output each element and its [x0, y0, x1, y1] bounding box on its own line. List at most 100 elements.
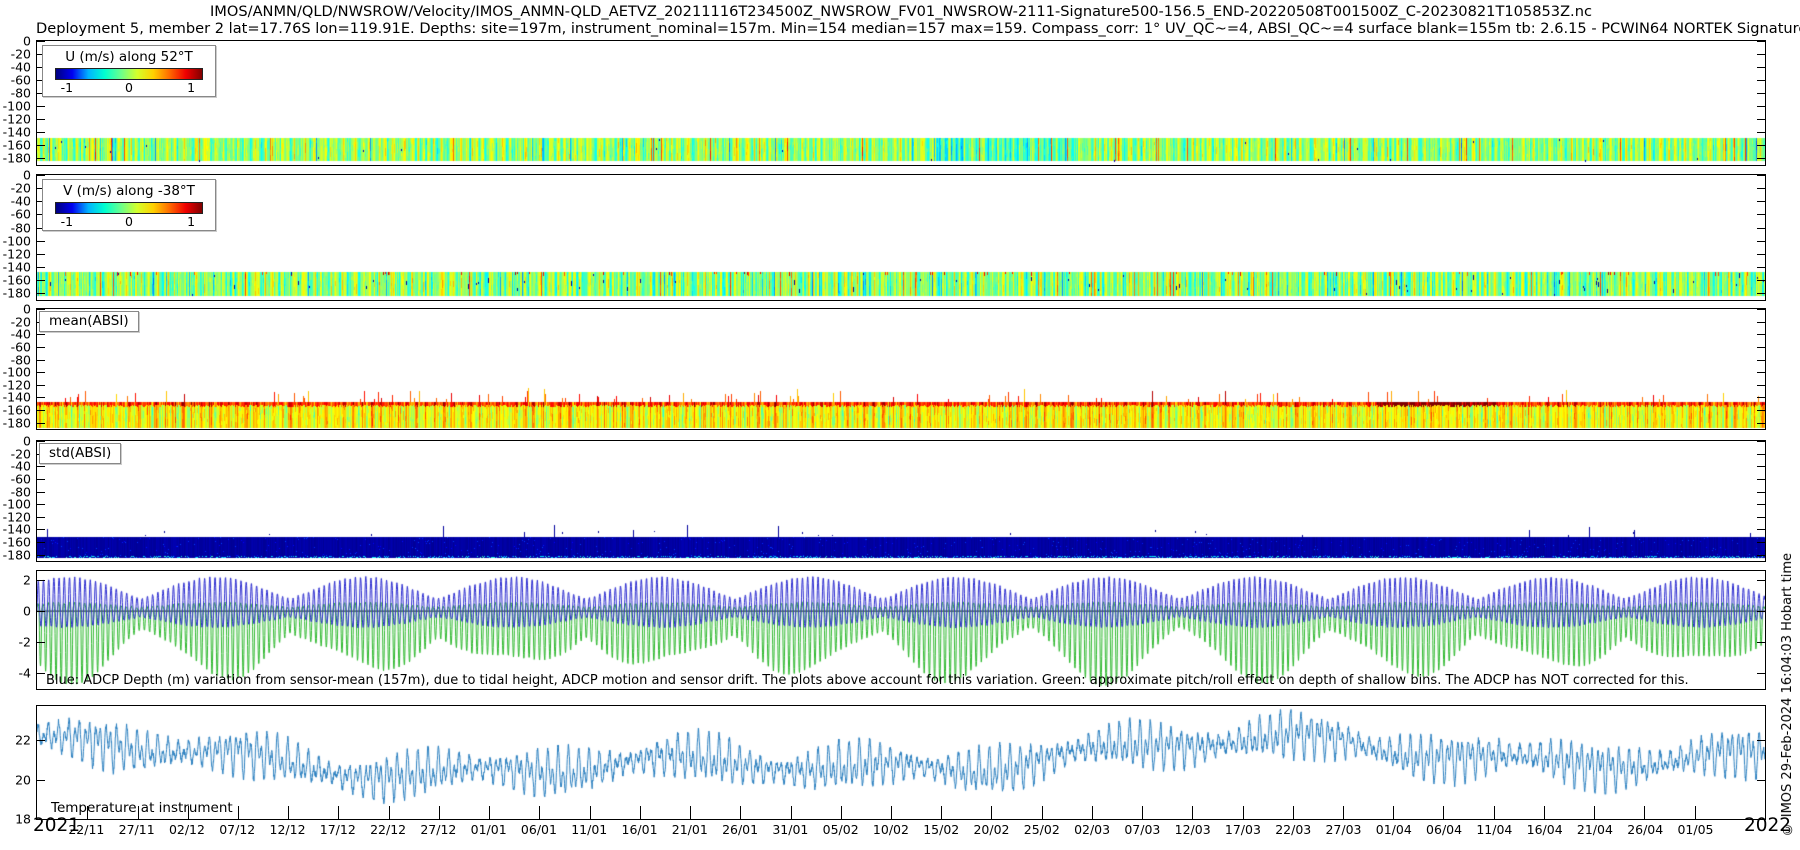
- y-tick-mark: [37, 740, 45, 741]
- x-tick-label: 26/04: [1627, 822, 1663, 837]
- y-tick-mark: [1757, 188, 1765, 189]
- y-tick-mark: [1757, 175, 1765, 176]
- y-tick-mark: [37, 334, 45, 335]
- y-tick-mark: [37, 410, 45, 411]
- y-tick-mark: [37, 145, 45, 146]
- y-tick-mark: [37, 466, 45, 467]
- y-tick-mark: [37, 175, 45, 176]
- panel-mean-absi: mean(ABSI) 0-20-40-60-80-100-120-140-160…: [36, 308, 1766, 430]
- y-tick-mark: [1757, 254, 1765, 255]
- y-tick-mark: [1757, 580, 1765, 581]
- x-tick-mark: [238, 806, 239, 819]
- y-tick-mark: [1757, 611, 1765, 612]
- y-tick-mark: [1757, 201, 1765, 202]
- y-tick-mark: [37, 611, 45, 612]
- y-tick-mark: [37, 780, 45, 781]
- y-tick-mark: [1757, 347, 1765, 348]
- colorbar-tick-labels: -1 0 1: [55, 214, 203, 230]
- y-tick-mark: [37, 517, 45, 518]
- x-tick-mark: [1594, 806, 1595, 819]
- y-tick-mark: [37, 504, 45, 505]
- colorbar-tick: -1: [61, 80, 73, 95]
- x-tick-label: 02/12: [169, 822, 205, 837]
- x-tick-label: 06/04: [1426, 822, 1462, 837]
- x-tick-label: 27/12: [420, 822, 456, 837]
- figure-subtitle: Deployment 5, member 2 lat=17.76S lon=11…: [36, 20, 1766, 37]
- y-tick-mark: [37, 293, 45, 294]
- jet-colorbar: [55, 202, 203, 214]
- x-tick-mark: [1695, 806, 1696, 819]
- legend-title: V (m/s) along -38°T: [43, 180, 215, 200]
- y-tick-mark: [1757, 466, 1765, 467]
- y-tick-mark: [37, 309, 45, 310]
- y-tick-mark: [37, 673, 45, 674]
- colorbar-tick: -1: [61, 214, 73, 229]
- y-tick-mark: [1757, 132, 1765, 133]
- y-tick-mark: [37, 347, 45, 348]
- x-tick-mark: [489, 806, 490, 819]
- x-tick-label: 21/01: [672, 822, 708, 837]
- x-tick-label: 12/12: [270, 822, 306, 837]
- panel-label-mean-absi: mean(ABSI): [39, 311, 139, 332]
- y-tick-label: -180: [0, 287, 31, 300]
- y-tick-mark: [1757, 145, 1765, 146]
- x-tick-mark: [389, 806, 390, 819]
- y-tick-mark: [1757, 479, 1765, 480]
- y-tick-mark: [1757, 93, 1765, 94]
- x-tick-mark: [1343, 806, 1344, 819]
- x-tick-mark: [1092, 806, 1093, 819]
- y-tick-mark: [37, 642, 45, 643]
- y-tick-mark: [1757, 54, 1765, 55]
- x-tick-label: 01/05: [1677, 822, 1713, 837]
- colorbar-tick-labels: -1 0 1: [55, 80, 203, 96]
- x-tick-mark: [338, 806, 339, 819]
- y-tick-mark: [1757, 642, 1765, 643]
- y-tick-mark: [37, 397, 45, 398]
- y-tick-mark: [1757, 441, 1765, 442]
- y-tick-mark: [37, 542, 45, 543]
- y-tick-label: 2: [0, 574, 31, 587]
- y-tick-mark: [37, 280, 45, 281]
- x-tick-label: 11/04: [1476, 822, 1512, 837]
- x-tick-label: 07/12: [219, 822, 255, 837]
- u-velocity-heatmap: [37, 41, 1765, 165]
- adcp-diagnostic-figure: IMOS/ANMN/QLD/NWSROW/Velocity/IMOS_ANMN-…: [0, 0, 1800, 850]
- v-colorbar-legend: V (m/s) along -38°T -1 0 1: [42, 179, 216, 231]
- y-tick-mark: [1757, 334, 1765, 335]
- y-tick-mark: [37, 529, 45, 530]
- x-tick-mark: [439, 806, 440, 819]
- y-tick-mark: [1757, 529, 1765, 530]
- y-tick-mark: [1757, 280, 1765, 281]
- y-tick-mark: [1757, 119, 1765, 120]
- x-tick-mark: [590, 806, 591, 819]
- x-tick-mark: [991, 806, 992, 819]
- colorbar-tick: 0: [125, 80, 133, 95]
- y-tick-mark: [37, 372, 45, 373]
- x-tick-mark: [539, 806, 540, 819]
- panel-temperature: Temperature at instrument 222018: [36, 705, 1766, 820]
- y-tick-mark: [1757, 517, 1765, 518]
- y-tick-mark: [1757, 214, 1765, 215]
- colorbar-tick: 1: [187, 214, 195, 229]
- y-tick-mark: [1757, 309, 1765, 310]
- y-tick-mark: [1757, 555, 1765, 556]
- x-tick-label: 07/03: [1124, 822, 1160, 837]
- y-tick-mark: [1757, 423, 1765, 424]
- x-tick-label: 22/12: [370, 822, 406, 837]
- x-tick-label: 25/02: [1024, 822, 1060, 837]
- y-tick-mark: [37, 360, 45, 361]
- y-tick-mark: [37, 479, 45, 480]
- legend-title: U (m/s) along 52°T: [43, 46, 215, 66]
- y-tick-mark: [37, 423, 45, 424]
- x-tick-mark: [841, 806, 842, 819]
- y-tick-label: 18: [0, 813, 31, 826]
- y-tick-mark: [37, 132, 45, 133]
- y-tick-mark: [37, 241, 45, 242]
- y-tick-mark: [1757, 673, 1765, 674]
- panel-std-absi: std(ABSI) 0-20-40-60-80-100-120-140-160-…: [36, 440, 1766, 562]
- y-tick-mark: [37, 267, 45, 268]
- colorbar-tick: 0: [125, 214, 133, 229]
- x-tick-mark: [1443, 806, 1444, 819]
- y-tick-mark: [1757, 504, 1765, 505]
- y-tick-label: -4: [0, 667, 31, 680]
